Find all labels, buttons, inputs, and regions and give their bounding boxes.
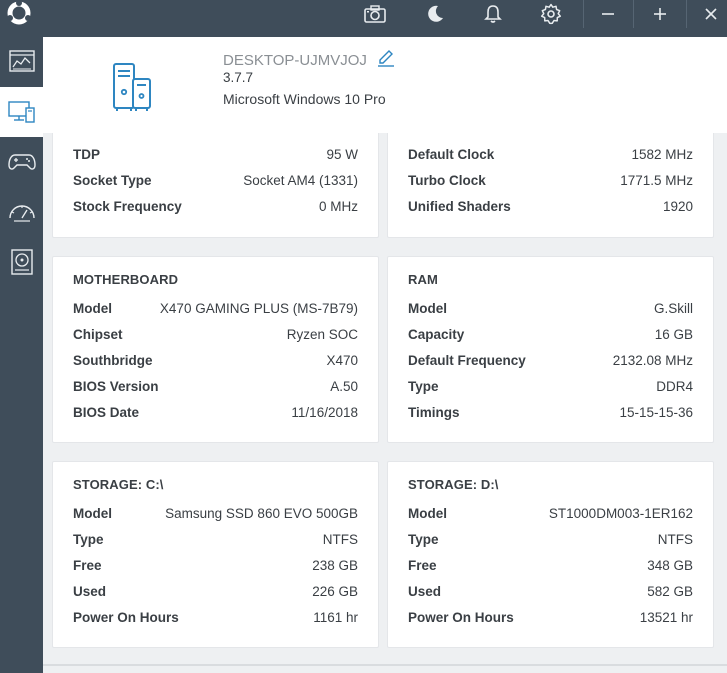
camera-icon	[364, 5, 386, 23]
info-row: Power On Hours 1161 hr	[73, 609, 358, 625]
minimize-button[interactable]	[591, 0, 625, 28]
storage-c-card: STORAGE: C:\ Model Samsung SSD 860 EVO 50…	[52, 461, 379, 648]
info-row: BIOS Version A.50	[73, 378, 358, 394]
info-row: Default Frequency 2132.08 MHz	[408, 352, 693, 368]
app-logo	[4, 0, 34, 30]
titlebar-separator	[583, 0, 584, 28]
info-row: Power On Hours 13521 hr	[408, 609, 693, 625]
card-title: STORAGE: C:\	[73, 477, 164, 492]
info-row: Default Clock 1582 MHz	[408, 146, 693, 162]
motherboard-card: MOTHERBOARD Model X470 GAMING PLUS (MS-7B…	[52, 256, 379, 443]
notifications-button[interactable]	[476, 0, 510, 28]
maximize-button[interactable]	[643, 0, 677, 28]
gear-icon	[540, 3, 562, 25]
add-icon	[653, 7, 667, 21]
info-row: Type NTFS	[73, 531, 358, 547]
info-row: Chipset Ryzen SOC	[73, 326, 358, 342]
sidebar-item-storage[interactable]	[0, 237, 43, 287]
titlebar-separator	[633, 0, 634, 28]
info-row: Used 582 GB	[408, 583, 693, 599]
bell-icon	[484, 4, 502, 24]
info-row: Type NTFS	[408, 531, 693, 547]
info-row: Southbridge X470	[73, 352, 358, 368]
info-row: Socket Type Socket AM4 (1331)	[73, 172, 358, 188]
dashboard-icon	[8, 50, 35, 74]
sidebar-item-system-info[interactable]	[0, 87, 43, 137]
info-row: Model Samsung SSD 860 EVO 500GB	[73, 505, 358, 521]
disk-icon	[10, 249, 34, 275]
hostname-text: DESKTOP-UJMVJOJ	[223, 51, 367, 69]
sidebar	[0, 37, 43, 673]
info-row: Unified Shaders 1920	[408, 198, 693, 214]
main-panel: DESKTOP-UJMVJOJ 3.7.7 Microsoft Windows …	[43, 37, 727, 673]
screenshot-button[interactable]	[358, 0, 392, 28]
settings-button[interactable]	[534, 0, 568, 28]
dark-mode-button[interactable]	[418, 0, 452, 28]
info-row: Free 238 GB	[73, 557, 358, 573]
titlebar-separator	[686, 0, 687, 28]
sidebar-item-benchmark[interactable]	[0, 187, 43, 237]
info-row: TDP 95 W	[73, 146, 358, 162]
card-title: STORAGE: D:\	[408, 477, 499, 492]
hardware-cards: TDP 95 W Socket Type Socket AM4 (1331) Sto…	[43, 133, 727, 663]
storage-d-card: STORAGE: D:\ Model ST1000DM003-1ER162 Typ…	[387, 461, 714, 648]
info-row: Turbo Clock 1771.5 MHz	[408, 172, 693, 188]
desktop-computer-icon	[111, 62, 155, 117]
cpu-card: TDP 95 W Socket Type Socket AM4 (1331) Sto…	[52, 133, 379, 238]
card-title: RAM	[408, 272, 438, 287]
moon-icon	[425, 4, 445, 24]
app-version: 3.7.7	[223, 70, 254, 85]
info-row: Capacity 16 GB	[408, 326, 693, 342]
gpu-card: Default Clock 1582 MHz Turbo Clock 1771.5 …	[387, 133, 714, 238]
info-row: Model ST1000DM003-1ER162	[408, 505, 693, 521]
hostname: DESKTOP-UJMVJOJ	[223, 49, 395, 71]
pencil-icon	[377, 49, 395, 71]
close-icon	[704, 7, 718, 21]
speedometer-icon	[8, 202, 36, 222]
ram-card: RAM Model G.Skill Capacity 16 GB Default F…	[387, 256, 714, 443]
device-header: DESKTOP-UJMVJOJ 3.7.7 Microsoft Windows …	[43, 37, 727, 133]
bottom-border	[43, 664, 727, 666]
info-row: Model X470 GAMING PLUS (MS-7B79)	[73, 300, 358, 316]
edit-hostname-button[interactable]	[377, 49, 395, 71]
title-bar	[0, 0, 727, 37]
card-title: MOTHERBOARD	[73, 272, 179, 287]
minimize-icon	[601, 7, 615, 21]
info-row: Timings 15-15-15-36	[408, 404, 693, 420]
info-row: Type DDR4	[408, 378, 693, 394]
sidebar-item-dashboard[interactable]	[0, 37, 43, 87]
info-row: Model G.Skill	[408, 300, 693, 316]
info-row: Free 348 GB	[408, 557, 693, 573]
info-row: BIOS Date 11/16/2018	[73, 404, 358, 420]
operating-system: Microsoft Windows 10 Pro	[223, 91, 386, 107]
close-button[interactable]	[695, 0, 727, 28]
info-row: Stock Frequency 0 MHz	[73, 198, 358, 214]
system-info-icon	[7, 100, 36, 124]
gamepad-icon	[7, 152, 36, 172]
sidebar-item-games[interactable]	[0, 137, 43, 187]
info-row: Used 226 GB	[73, 583, 358, 599]
